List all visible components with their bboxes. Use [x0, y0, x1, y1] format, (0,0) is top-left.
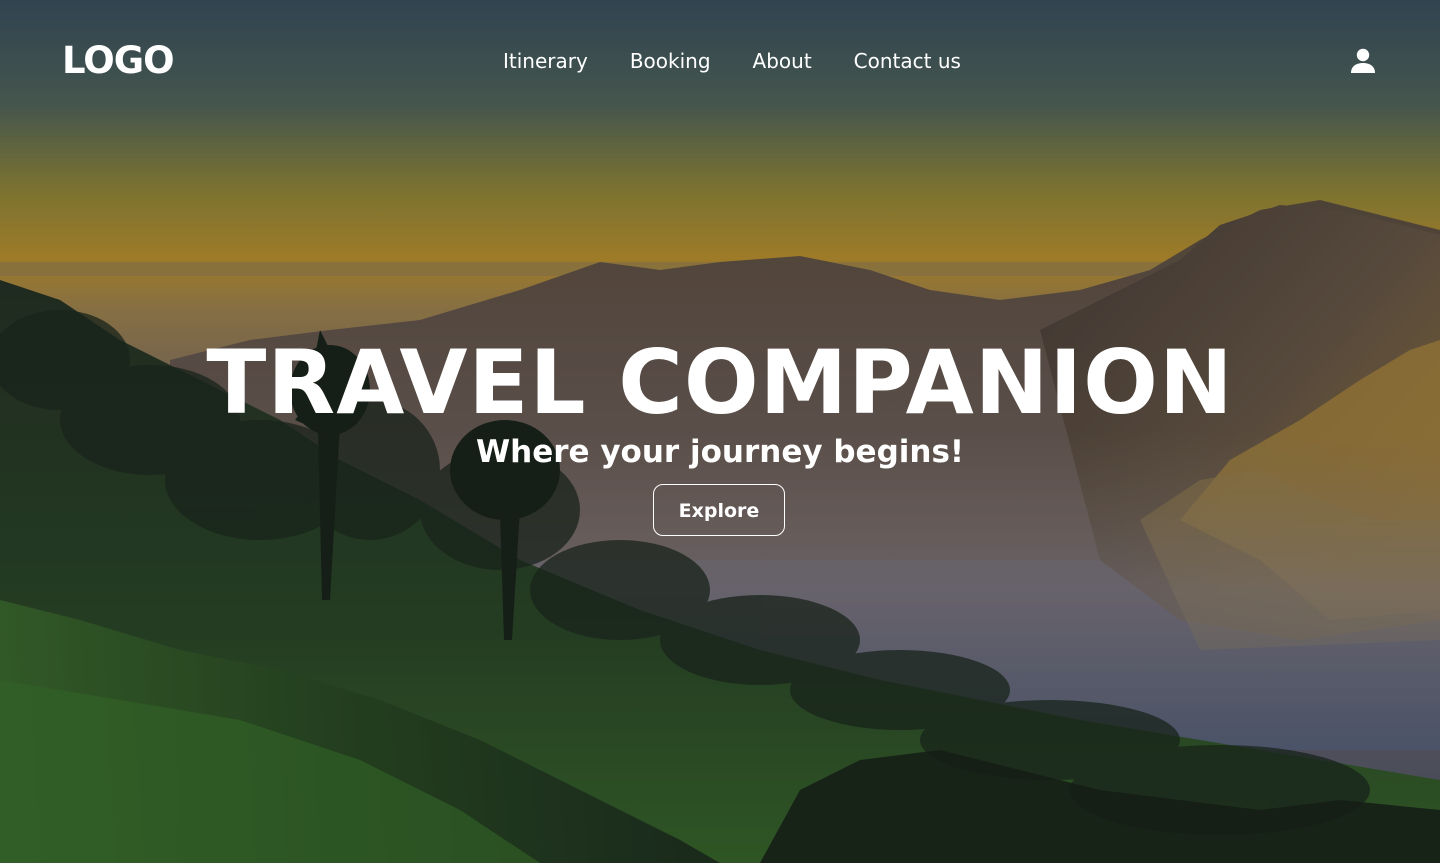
person-icon	[1351, 48, 1375, 73]
nav-link-contact-us[interactable]: Contact us	[854, 45, 961, 77]
nav-link-about[interactable]: About	[753, 45, 812, 77]
hero-title: TRAVEL COMPANION	[206, 331, 1234, 434]
site-header: LOGO Itinerary Booking About Contact us	[0, 0, 1440, 122]
user-account-icon[interactable]	[1348, 46, 1378, 76]
site-logo[interactable]: LOGO	[62, 36, 175, 86]
nav-link-itinerary[interactable]: Itinerary	[503, 45, 588, 77]
hero-subtitle: Where your journey begins!	[475, 434, 965, 470]
nav-link-booking[interactable]: Booking	[630, 45, 711, 77]
main-navigation: Itinerary Booking About Contact us	[503, 45, 961, 77]
explore-button[interactable]: Explore	[653, 484, 785, 536]
